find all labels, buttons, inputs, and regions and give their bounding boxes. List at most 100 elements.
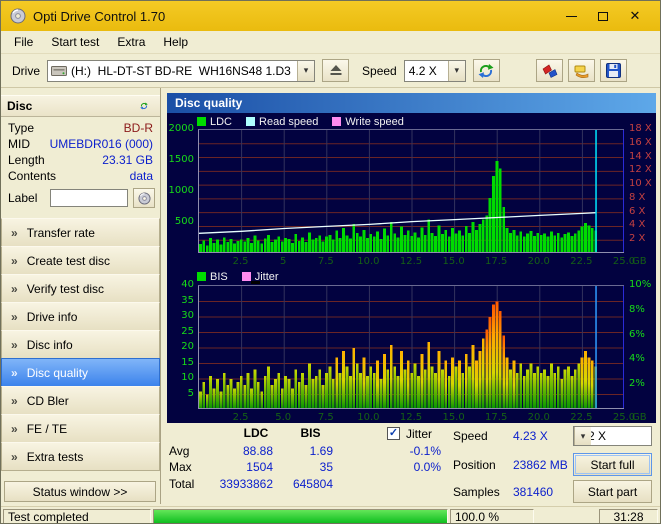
- page-title: Disc quality: [167, 93, 656, 113]
- speed-dropdown-arrow-icon[interactable]: ▾: [448, 61, 465, 81]
- sidebar-button-drive-info[interactable]: »Drive info: [1, 302, 160, 331]
- max-ldc: 1504: [203, 460, 273, 474]
- refresh-button[interactable]: [473, 59, 500, 82]
- legend-item-write-speed: Write speed: [332, 116, 404, 128]
- sidebar-button-fe-te[interactable]: »FE / TE: [1, 414, 160, 443]
- sidebar-button-extra-tests[interactable]: »Extra tests: [1, 442, 160, 471]
- sidebar-buttons: » Transfer rate » Create test disc »Verify t…: [1, 219, 160, 471]
- sidebar-button-label: Create test disc: [27, 254, 110, 268]
- avg-label: Avg: [169, 444, 189, 458]
- info-label: MID: [8, 137, 30, 151]
- x-axis-tick: 22.5: [563, 412, 599, 423]
- legend-color-box: [197, 272, 206, 281]
- menu-start-test[interactable]: Start test: [42, 32, 108, 52]
- y-axis-tick: 5: [167, 388, 194, 399]
- jitter-checkbox[interactable]: ✓: [387, 427, 400, 440]
- legend-row-1: LDCRead speedWrite speed: [197, 115, 404, 128]
- sidebar-button-cd-bler[interactable]: »CD Bler: [1, 386, 160, 415]
- total-ldc: 33933862: [203, 477, 273, 491]
- y-axis-tick: 30: [167, 310, 194, 321]
- status-message-panel: Test completed: [3, 509, 151, 524]
- sidebar-button-verify-test-disc[interactable]: »Verify test disc: [1, 274, 160, 303]
- disc-info-row-type: TypeBD-R: [8, 120, 153, 136]
- stats-area: LDC BIS ✓ Jitter Avg 88.88 1.69 -0.1% Ma…: [161, 423, 660, 506]
- x-axis-tick: 20.0: [521, 256, 557, 267]
- sidebar-button-disc-quality[interactable]: »Disc quality: [1, 358, 160, 387]
- menu-file[interactable]: File: [5, 32, 42, 52]
- sidebar-button-label: Transfer rate: [27, 226, 95, 240]
- x-axis-tick: 2.5: [223, 256, 259, 267]
- chevron-icon: »: [11, 282, 18, 296]
- save-results-button[interactable]: [600, 59, 627, 82]
- chevron-icon: »: [11, 254, 18, 268]
- total-bis: 645804: [281, 477, 333, 491]
- info-label: Length: [8, 153, 45, 167]
- label-input[interactable]: [50, 189, 128, 207]
- legend-label: Write speed: [345, 116, 404, 128]
- start-part-button[interactable]: Start part: [573, 480, 652, 503]
- y-axis-tick: 4 X: [629, 219, 645, 230]
- y-axis-tick: 35: [167, 295, 194, 306]
- label-edit-button[interactable]: [133, 188, 155, 208]
- menu-help[interactable]: Help: [154, 32, 197, 52]
- ldc-chart: [198, 129, 624, 253]
- chevron-icon: »: [11, 366, 18, 380]
- y-axis-tick: 1500: [167, 154, 194, 165]
- status-message: Test completed: [8, 510, 89, 524]
- eject-button[interactable]: [322, 59, 349, 82]
- y-axis-tick: 10%: [629, 279, 651, 290]
- legend-label: LDC: [210, 116, 232, 128]
- sidebar-button-create-test-disc[interactable]: » Create test disc: [1, 246, 160, 275]
- info-value: 23.31 GB: [102, 153, 153, 167]
- close-icon: ✕: [630, 8, 641, 24]
- disc-section-header: Disc: [1, 95, 160, 117]
- progress-bar: [153, 509, 448, 524]
- bis-chart: [198, 285, 624, 409]
- scan-speed-select[interactable]: 4.2 X ▾: [573, 426, 652, 446]
- speed-stat-value: 4.23 X: [513, 429, 548, 443]
- total-label: Total: [169, 477, 194, 491]
- disc-info-grid: TypeBD-RMIDUMEBDR016 (000)Length 23.31 GB…: [8, 120, 153, 184]
- disc-refresh-button[interactable]: [134, 97, 154, 115]
- disc-info-row-mid: MIDUMEBDR016 (000): [8, 136, 153, 152]
- menu-bar: FileStart testExtraHelp: [1, 31, 660, 54]
- max-bis: 35: [281, 460, 333, 474]
- close-button[interactable]: ✕: [619, 4, 651, 28]
- maximize-button[interactable]: [587, 4, 619, 28]
- check-icon: ✓: [389, 428, 398, 439]
- sidebar-button-label: Extra tests: [27, 450, 84, 464]
- y-axis-tick: 1000: [167, 185, 194, 196]
- sidebar-button-disc-info[interactable]: »Disc info: [1, 330, 160, 359]
- disc-refresh-icon: [140, 99, 148, 113]
- sidebar-button-transfer-rate[interactable]: » Transfer rate: [1, 218, 160, 247]
- status-window-button[interactable]: Status window >>: [4, 481, 156, 502]
- y-axis-tick: 500: [167, 216, 194, 227]
- speed-select[interactable]: 4.2 X ▾: [404, 60, 466, 82]
- drive-label: Drive: [12, 64, 40, 78]
- scan-speed-dropdown-arrow-icon[interactable]: ▾: [574, 427, 591, 445]
- y-axis-tick: 4%: [629, 353, 645, 364]
- y-axis-tick: 12 X: [629, 164, 652, 175]
- x-axis-tick: 22.5: [563, 256, 599, 267]
- samples-label: Samples: [453, 485, 500, 499]
- drive-dropdown-arrow-icon[interactable]: ▾: [297, 61, 314, 81]
- minimize-button[interactable]: [555, 4, 587, 28]
- legend-color-box: [242, 272, 251, 281]
- y-axis-tick: 18 X: [629, 123, 652, 134]
- x-axis-tick: 10.0: [350, 256, 386, 267]
- y-axis-tick: 6 X: [629, 206, 645, 217]
- register-button[interactable]: [568, 59, 595, 82]
- menu-extra[interactable]: Extra: [108, 32, 154, 52]
- erase-disc-button[interactable]: [536, 59, 563, 82]
- x-axis-tick: 7.5: [308, 256, 344, 267]
- drive-select[interactable]: (H:) HL-DT-ST BD-RE WH16NS48 1.D3 ▾: [47, 60, 315, 82]
- start-full-button[interactable]: Start full: [573, 453, 652, 476]
- progress-percent-panel: 100.0 %: [450, 509, 534, 524]
- legend-row-2: BISJitter: [197, 270, 279, 283]
- app-disc-icon: [10, 8, 26, 24]
- chevron-icon: »: [11, 226, 18, 240]
- y-axis-tick: 10: [167, 372, 194, 383]
- position-label: Position: [453, 458, 496, 472]
- erase-disc-icon: [542, 64, 558, 78]
- y-axis-tick: 8%: [629, 304, 645, 315]
